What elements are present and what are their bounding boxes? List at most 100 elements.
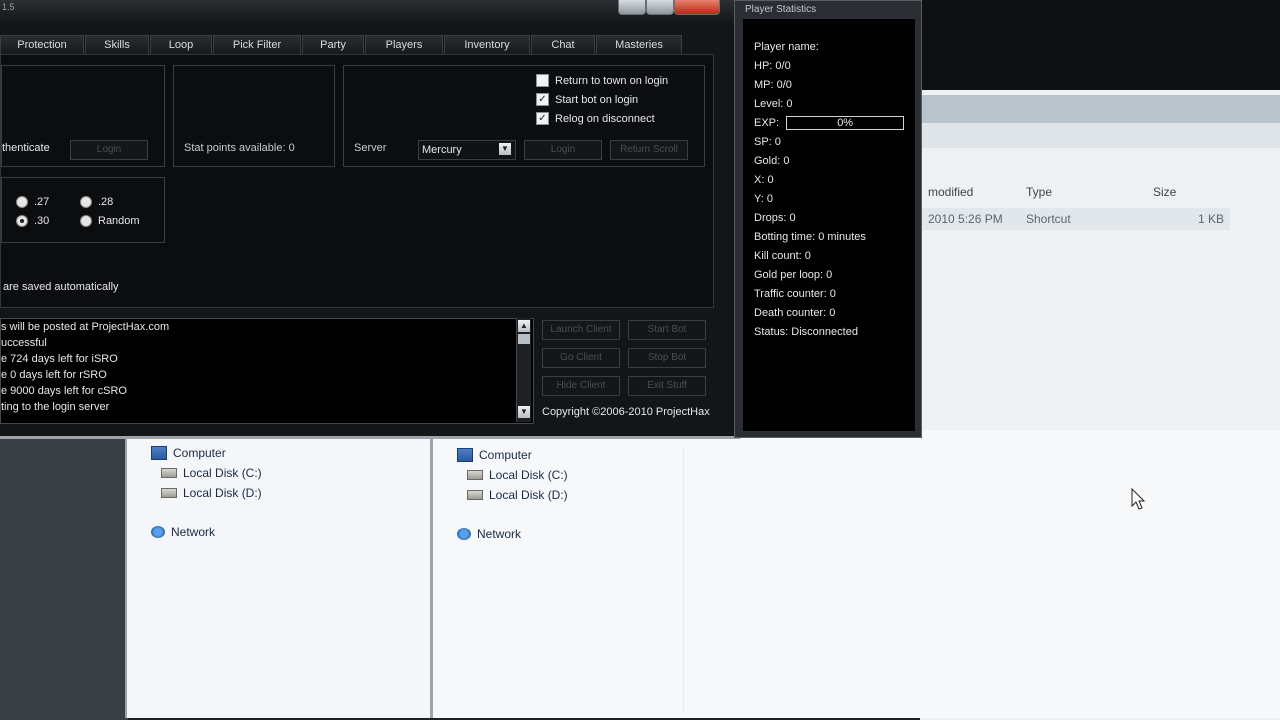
tree-computer[interactable]: Computer bbox=[457, 448, 532, 462]
log-scrollbar[interactable]: ▲ ▼ bbox=[516, 318, 531, 422]
tree-computer-label: Computer bbox=[479, 448, 532, 462]
server-group: Server Mercury ▼ Login Return Scroll Ret… bbox=[343, 65, 705, 167]
explorer-nav-pane-right: Computer Local Disk (C:) Local Disk (D:)… bbox=[430, 430, 1280, 718]
relog-option[interactable]: ✓ Relog on disconnect bbox=[536, 112, 655, 125]
window-title: 1.5 bbox=[2, 2, 15, 12]
stat-status: Status: Disconnected bbox=[754, 326, 858, 338]
stats-title[interactable]: Player Statistics bbox=[735, 1, 931, 19]
start-bot-checkbox[interactable]: ✓ bbox=[536, 93, 549, 106]
column-header-type[interactable]: Type bbox=[1026, 185, 1052, 199]
radio-random-label: Random bbox=[98, 215, 140, 227]
stat-points-group: Stat points available: 0 bbox=[173, 65, 335, 167]
relog-checkbox[interactable]: ✓ bbox=[536, 112, 549, 125]
player-statistics-window: Player Statistics Player name: HP: 0/0 M… bbox=[734, 0, 922, 438]
authenticate-group: thenticate Login bbox=[1, 65, 165, 167]
radio-30[interactable]: .30 bbox=[16, 215, 49, 227]
column-header-modified[interactable]: modified bbox=[928, 185, 973, 199]
tab-bar: Protection Skills Loop Pick Filter Party… bbox=[0, 34, 712, 54]
file-row[interactable]: 2010 5:26 PM Shortcut 1 KB bbox=[920, 208, 1230, 230]
tree-network-label: Network bbox=[477, 527, 522, 541]
radio-random[interactable]: Random bbox=[80, 215, 140, 227]
tab-party[interactable]: Party bbox=[302, 35, 364, 54]
drive-icon bbox=[467, 490, 483, 500]
tree-disk-d-label: Local Disk (D:) bbox=[183, 486, 262, 500]
tree-disk-c[interactable]: Local Disk (C:) bbox=[161, 466, 262, 480]
return-to-town-label: Return to town on login bbox=[555, 74, 669, 87]
network-icon bbox=[151, 526, 165, 538]
go-client-button[interactable]: Go Client bbox=[542, 348, 620, 368]
column-header-size[interactable]: Size bbox=[1153, 185, 1176, 199]
tab-inventory[interactable]: Inventory bbox=[444, 35, 530, 54]
radio-27[interactable]: .27 bbox=[16, 196, 49, 208]
authenticate-label: thenticate bbox=[2, 142, 50, 154]
tab-chat[interactable]: Chat bbox=[531, 35, 595, 54]
stat-botting-time: Botting time: 0 minutes bbox=[754, 231, 866, 243]
tree-disk-d-label: Local Disk (D:) bbox=[489, 488, 568, 502]
tab-players[interactable]: Players bbox=[365, 35, 443, 54]
drive-icon bbox=[467, 470, 483, 480]
stop-bot-button[interactable]: Stop Bot bbox=[628, 348, 706, 368]
log-line: e 9000 days left for cSRO bbox=[1, 385, 127, 397]
explorer-nav-pane-left: Computer Local Disk (C:) Local Disk (D:)… bbox=[125, 430, 432, 718]
return-to-town-option[interactable]: Return to town on login bbox=[536, 74, 668, 87]
tree-network[interactable]: Network bbox=[151, 525, 215, 539]
tab-skills[interactable]: Skills bbox=[85, 35, 149, 54]
stat-mp: MP: 0/0 bbox=[754, 79, 792, 91]
saved-note: are saved automatically bbox=[3, 281, 119, 293]
hide-client-button[interactable]: Hide Client bbox=[542, 376, 620, 396]
stat-level: Level: 0 bbox=[754, 98, 793, 110]
login-button-2[interactable]: Login bbox=[524, 140, 602, 160]
radio-button[interactable] bbox=[80, 215, 92, 227]
relog-label: Relog on disconnect bbox=[555, 112, 655, 125]
close-button[interactable] bbox=[674, 0, 720, 15]
start-bot-label: Start bot on login bbox=[555, 93, 639, 106]
return-to-town-checkbox[interactable] bbox=[536, 74, 549, 87]
launch-client-button[interactable]: Launch Client bbox=[542, 320, 620, 340]
tree-disk-c[interactable]: Local Disk (C:) bbox=[467, 468, 568, 482]
tree-computer[interactable]: Computer bbox=[151, 446, 226, 460]
divider bbox=[683, 450, 684, 710]
log-box[interactable]: s will be posted at ProjectHax.com ucces… bbox=[0, 318, 534, 424]
server-selected: Mercury bbox=[422, 144, 462, 156]
dropdown-arrow-icon: ▼ bbox=[499, 143, 511, 155]
tree-network-label: Network bbox=[171, 525, 216, 539]
stat-kill-count: Kill count: 0 bbox=[754, 250, 811, 262]
scroll-down-icon[interactable]: ▼ bbox=[518, 406, 530, 418]
exit-bot-button[interactable]: Exit Stuff bbox=[628, 376, 706, 396]
explorer-address-strip bbox=[920, 123, 1280, 148]
tree-disk-d[interactable]: Local Disk (D:) bbox=[161, 486, 262, 500]
scroll-thumb[interactable] bbox=[518, 334, 530, 344]
tree-disk-d[interactable]: Local Disk (D:) bbox=[467, 488, 568, 502]
stat-sp: SP: 0 bbox=[754, 136, 781, 148]
scroll-up-icon[interactable]: ▲ bbox=[518, 320, 530, 332]
tab-loop[interactable]: Loop bbox=[150, 35, 212, 54]
stat-x: X: 0 bbox=[754, 174, 774, 186]
tree-network[interactable]: Network bbox=[457, 527, 521, 541]
radio-27-label: .27 bbox=[34, 196, 50, 208]
bot-window: 1.5 Protection Skills Loop Pick Filter P… bbox=[0, 0, 740, 439]
server-select[interactable]: Mercury ▼ bbox=[418, 140, 516, 160]
start-bot-option[interactable]: ✓ Start bot on login bbox=[536, 93, 638, 106]
exp-progress-bar: 0% bbox=[786, 116, 905, 131]
return-scroll-button[interactable]: Return Scroll bbox=[610, 140, 688, 160]
login-button[interactable]: Login bbox=[70, 140, 148, 160]
stat-gold-per-loop: Gold per loop: 0 bbox=[754, 269, 833, 281]
radio-button[interactable] bbox=[80, 196, 92, 208]
tab-pick-filter[interactable]: Pick Filter bbox=[213, 35, 301, 54]
stat-death-counter: Death counter: 0 bbox=[754, 307, 836, 319]
radio-button[interactable] bbox=[16, 196, 28, 208]
radio-button-selected[interactable] bbox=[16, 215, 28, 227]
radio-28[interactable]: .28 bbox=[80, 196, 113, 208]
start-bot-button[interactable]: Start Bot bbox=[628, 320, 706, 340]
radio-30-label: .30 bbox=[34, 215, 50, 227]
log-line: uccessful bbox=[1, 337, 47, 349]
tree-disk-c-label: Local Disk (C:) bbox=[489, 468, 568, 482]
tab-masteries[interactable]: Masteries bbox=[596, 35, 682, 54]
tab-protection[interactable]: Protection bbox=[0, 35, 84, 54]
stat-player-name: Player name: bbox=[754, 41, 819, 53]
maximize-button[interactable] bbox=[646, 0, 674, 15]
tree-disk-c-label: Local Disk (C:) bbox=[183, 466, 262, 480]
minimize-button[interactable] bbox=[618, 0, 646, 15]
log-line: s will be posted at ProjectHax.com bbox=[1, 321, 170, 333]
drive-icon bbox=[161, 468, 177, 478]
